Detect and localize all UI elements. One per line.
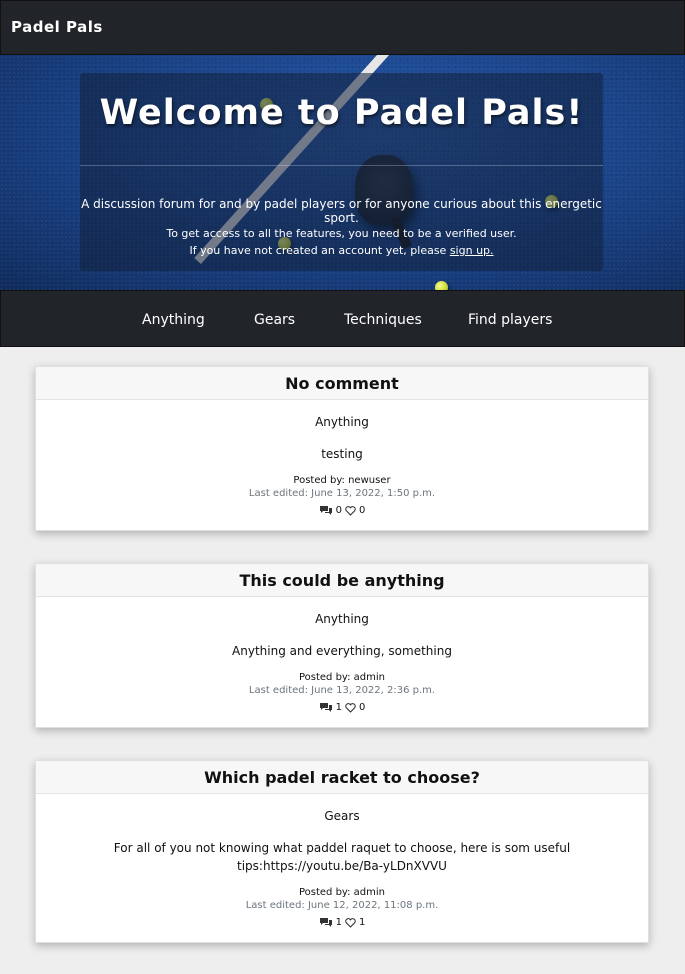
heart-icon[interactable] <box>345 505 356 516</box>
hero-title: Welcome to Padel Pals! <box>99 93 584 133</box>
post-title[interactable]: No comment <box>36 367 648 400</box>
post-stats: 1 1 <box>36 917 648 928</box>
post-stats: 1 0 <box>36 702 648 713</box>
post-author: Posted by: admin <box>298 672 386 683</box>
post-content: testing <box>321 447 363 461</box>
post-category: Anything <box>315 612 369 626</box>
hero-divider <box>80 165 603 166</box>
post-author: Posted by: admin <box>298 887 386 898</box>
comments-icon <box>319 917 333 928</box>
hero-note-prefix: If you have not created an account yet, … <box>189 244 450 257</box>
comment-count: 0 <box>335 505 342 516</box>
heart-icon[interactable] <box>345 702 356 713</box>
hero-banner: Welcome to Padel Pals! A discussion foru… <box>0 55 685 290</box>
post-category: Gears <box>324 809 360 823</box>
post-category: Anything <box>315 415 369 429</box>
tennis-ball-image <box>435 281 448 290</box>
post-card[interactable]: This could be anything Anything Anything… <box>35 563 649 728</box>
post-author: Posted by: newuser <box>293 475 391 486</box>
post-content: For all of you not knowing what paddel r… <box>113 841 571 873</box>
hero-overlay: Welcome to Padel Pals! A discussion foru… <box>80 73 603 271</box>
brand-logo[interactable]: Padel Pals <box>11 18 103 36</box>
post-stats: 0 0 <box>36 505 648 516</box>
post-edited: Last edited: June 13, 2022, 2:36 p.m. <box>248 685 436 696</box>
post-title[interactable]: This could be anything <box>36 564 648 597</box>
comment-count: 1 <box>335 917 342 928</box>
like-count: 1 <box>359 917 366 928</box>
comment-count: 1 <box>335 702 342 713</box>
like-count: 0 <box>359 505 366 516</box>
hero-note-line1: To get access to all the features, you n… <box>166 227 517 240</box>
comments-icon <box>319 505 333 516</box>
signup-link[interactable]: sign up. <box>450 244 494 257</box>
post-card[interactable]: No comment Anything testing Posted by: n… <box>35 366 649 531</box>
like-count: 0 <box>359 702 366 713</box>
hero-note: To get access to all the features, you n… <box>80 225 603 259</box>
navbar: Padel Pals <box>0 0 685 55</box>
post-content: Anything and everything, something <box>232 644 452 658</box>
category-anything[interactable]: Anything <box>142 312 205 328</box>
post-title[interactable]: Which padel racket to choose? <box>36 761 648 794</box>
post-edited: Last edited: June 13, 2022, 1:50 p.m. <box>248 488 436 499</box>
heart-icon[interactable] <box>345 917 356 928</box>
hero-description: A discussion forum for and by padel play… <box>81 197 602 225</box>
category-nav: Anything Gears Techniques Find players <box>0 290 685 347</box>
category-techniques[interactable]: Techniques <box>344 312 422 328</box>
category-gears[interactable]: Gears <box>254 312 295 328</box>
comments-icon <box>319 702 333 713</box>
category-find-players[interactable]: Find players <box>468 312 552 328</box>
hero-note-line2: If you have not created an account yet, … <box>80 242 603 259</box>
post-card[interactable]: Which padel racket to choose? Gears For … <box>35 760 649 943</box>
post-edited: Last edited: June 12, 2022, 11:08 p.m. <box>245 900 439 911</box>
